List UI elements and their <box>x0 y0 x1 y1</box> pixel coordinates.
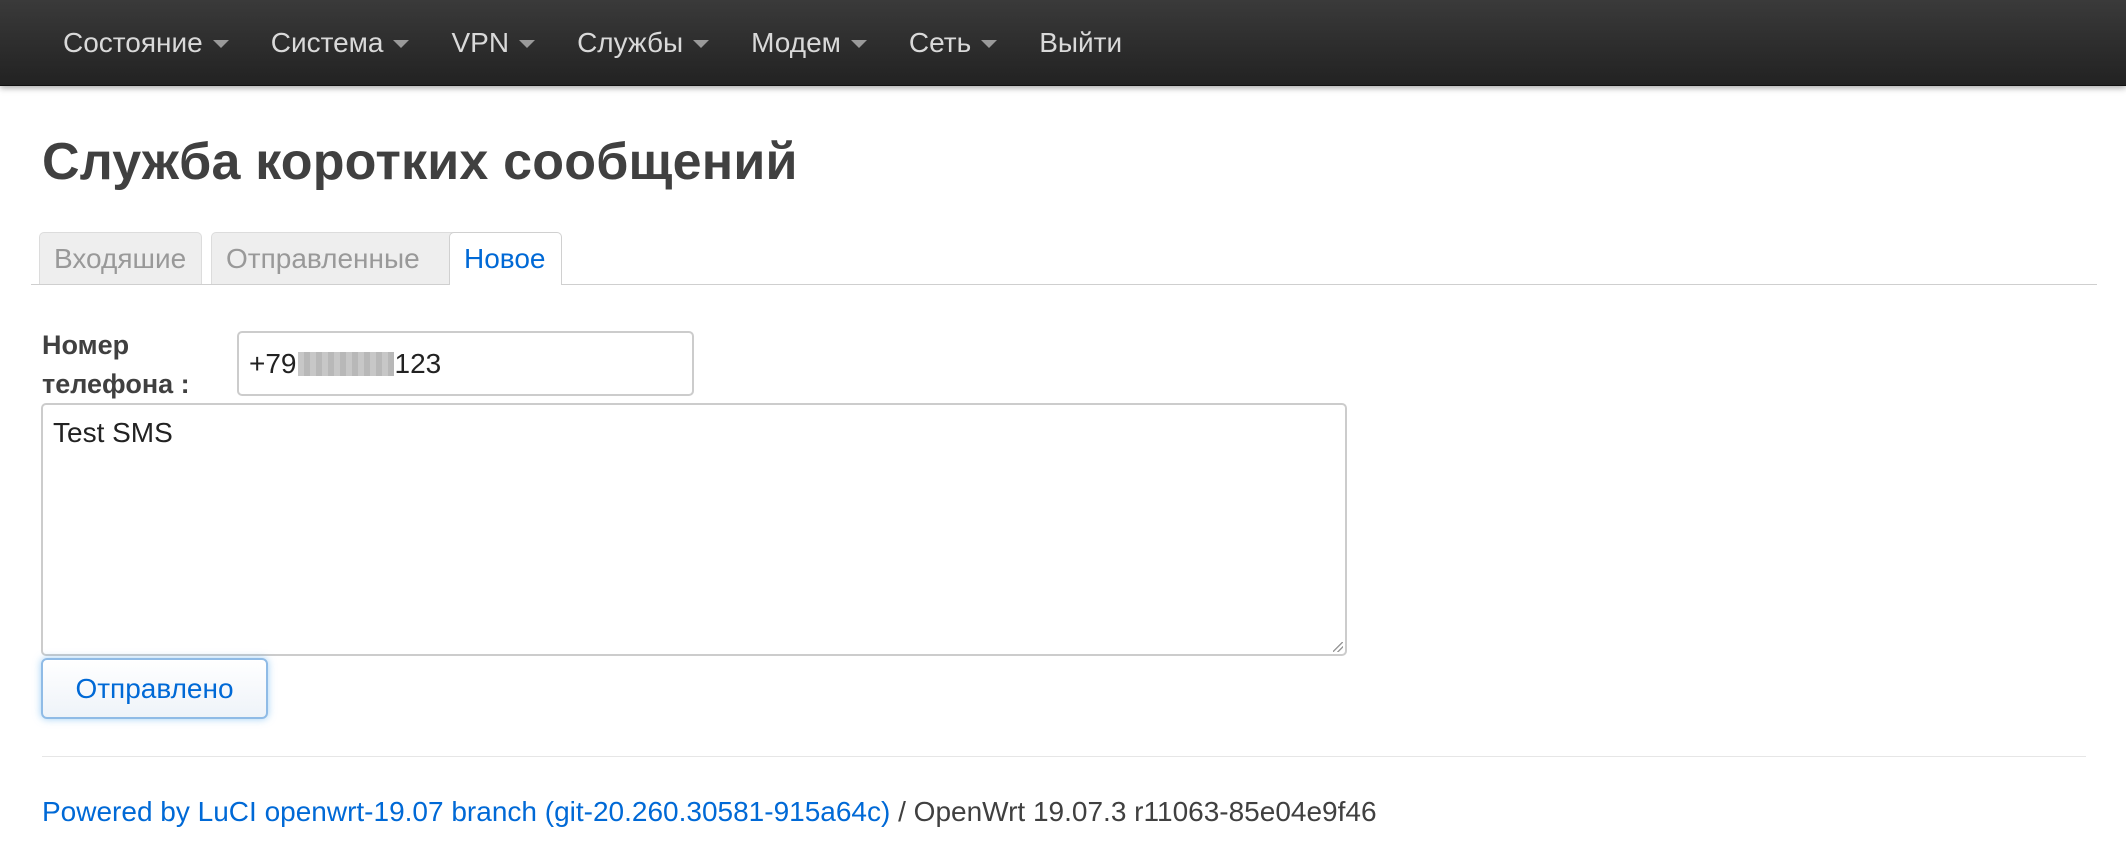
menu-modem-label: Модем <box>751 26 841 58</box>
caret-down-icon <box>850 39 867 48</box>
tab-inbox[interactable]: Входяшие <box>39 232 202 284</box>
menu-services[interactable]: Службы <box>556 0 730 85</box>
redacted-digits <box>297 351 394 376</box>
luci-link[interactable]: Powered by LuCI openwrt-19.07 branch (gi… <box>42 796 890 827</box>
send-button[interactable]: Отправлено <box>41 658 268 719</box>
caret-down-icon <box>693 39 710 48</box>
caret-down-icon <box>981 39 998 48</box>
message-text: Test SMS <box>53 417 173 448</box>
page-title: Служба коротких сообщений <box>42 133 798 191</box>
menu-network-label: Сеть <box>908 26 972 58</box>
menu-status[interactable]: Состояние <box>42 0 250 85</box>
tab-new[interactable]: Новое <box>449 232 562 285</box>
message-textarea[interactable]: Test SMS <box>41 403 1347 656</box>
footer: Powered by LuCI openwrt-19.07 branch (gi… <box>42 796 1377 828</box>
tab-sent-label: Отправленные <box>226 242 420 274</box>
caret-down-icon <box>212 39 229 48</box>
menu-network[interactable]: Сеть <box>888 0 1018 85</box>
menu-logout-label: Выйти <box>1039 26 1123 58</box>
phone-number-input[interactable]: +79 123 <box>237 331 694 396</box>
openwrt-version: OpenWrt 19.07.3 r11063-85e04e9f46 <box>913 796 1377 827</box>
phone-label-line2: телефона : <box>42 369 190 399</box>
caret-down-icon <box>393 39 410 48</box>
menu-logout[interactable]: Выйти <box>1018 0 1143 85</box>
footer-divider <box>42 756 2086 757</box>
menu-status-label: Состояние <box>63 26 203 58</box>
main-menu: Состояние Система VPN Службы Модем Сеть … <box>42 0 1143 85</box>
menu-vpn-label: VPN <box>451 26 510 58</box>
send-button-label: Отправлено <box>75 672 234 704</box>
tab-sent[interactable]: Отправленные <box>211 232 471 284</box>
footer-separator: / <box>890 796 914 827</box>
resize-handle-icon[interactable] <box>1333 642 1343 652</box>
menu-modem[interactable]: Модем <box>730 0 888 85</box>
sms-tabs: Входяшие Отправленные Новое <box>31 232 2097 285</box>
caret-down-icon <box>519 39 536 48</box>
phone-prefix: +79 <box>249 347 297 379</box>
menu-vpn[interactable]: VPN <box>430 0 556 85</box>
menu-services-label: Службы <box>577 26 684 58</box>
phone-label-line1: Номер <box>42 330 130 360</box>
menu-system-label: Система <box>270 26 384 58</box>
phone-suffix: 123 <box>394 347 442 379</box>
menu-system[interactable]: Система <box>250 0 431 85</box>
top-navbar: Состояние Система VPN Службы Модем Сеть … <box>0 0 2126 86</box>
tab-inbox-label: Входяшие <box>54 242 187 274</box>
phone-number-label: Номер телефона : <box>42 326 190 404</box>
tab-new-label: Новое <box>464 243 546 274</box>
